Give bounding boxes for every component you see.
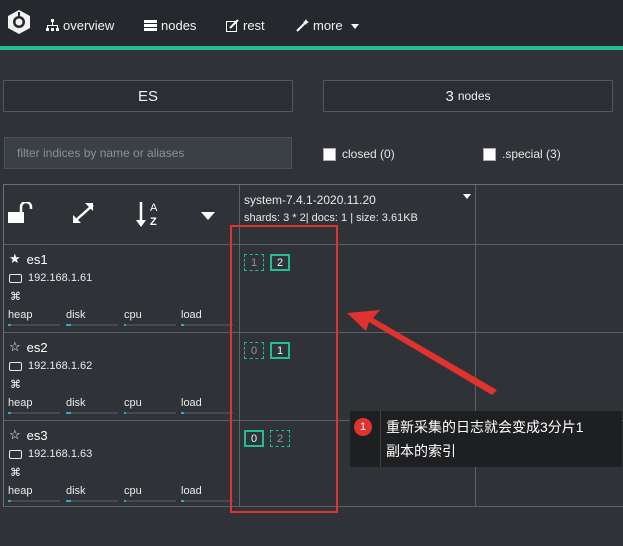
annotation-number-badge: 1 — [354, 418, 372, 436]
annotation-text-line2: 副本的索引 — [386, 443, 456, 459]
annotation-separator — [380, 411, 381, 467]
annotation-text-line1: 重新采集的日志就会变成3分片1 — [386, 419, 584, 435]
annotation-tooltip: 1 重新采集的日志就会变成3分片1 副本的索引 — [350, 411, 622, 467]
